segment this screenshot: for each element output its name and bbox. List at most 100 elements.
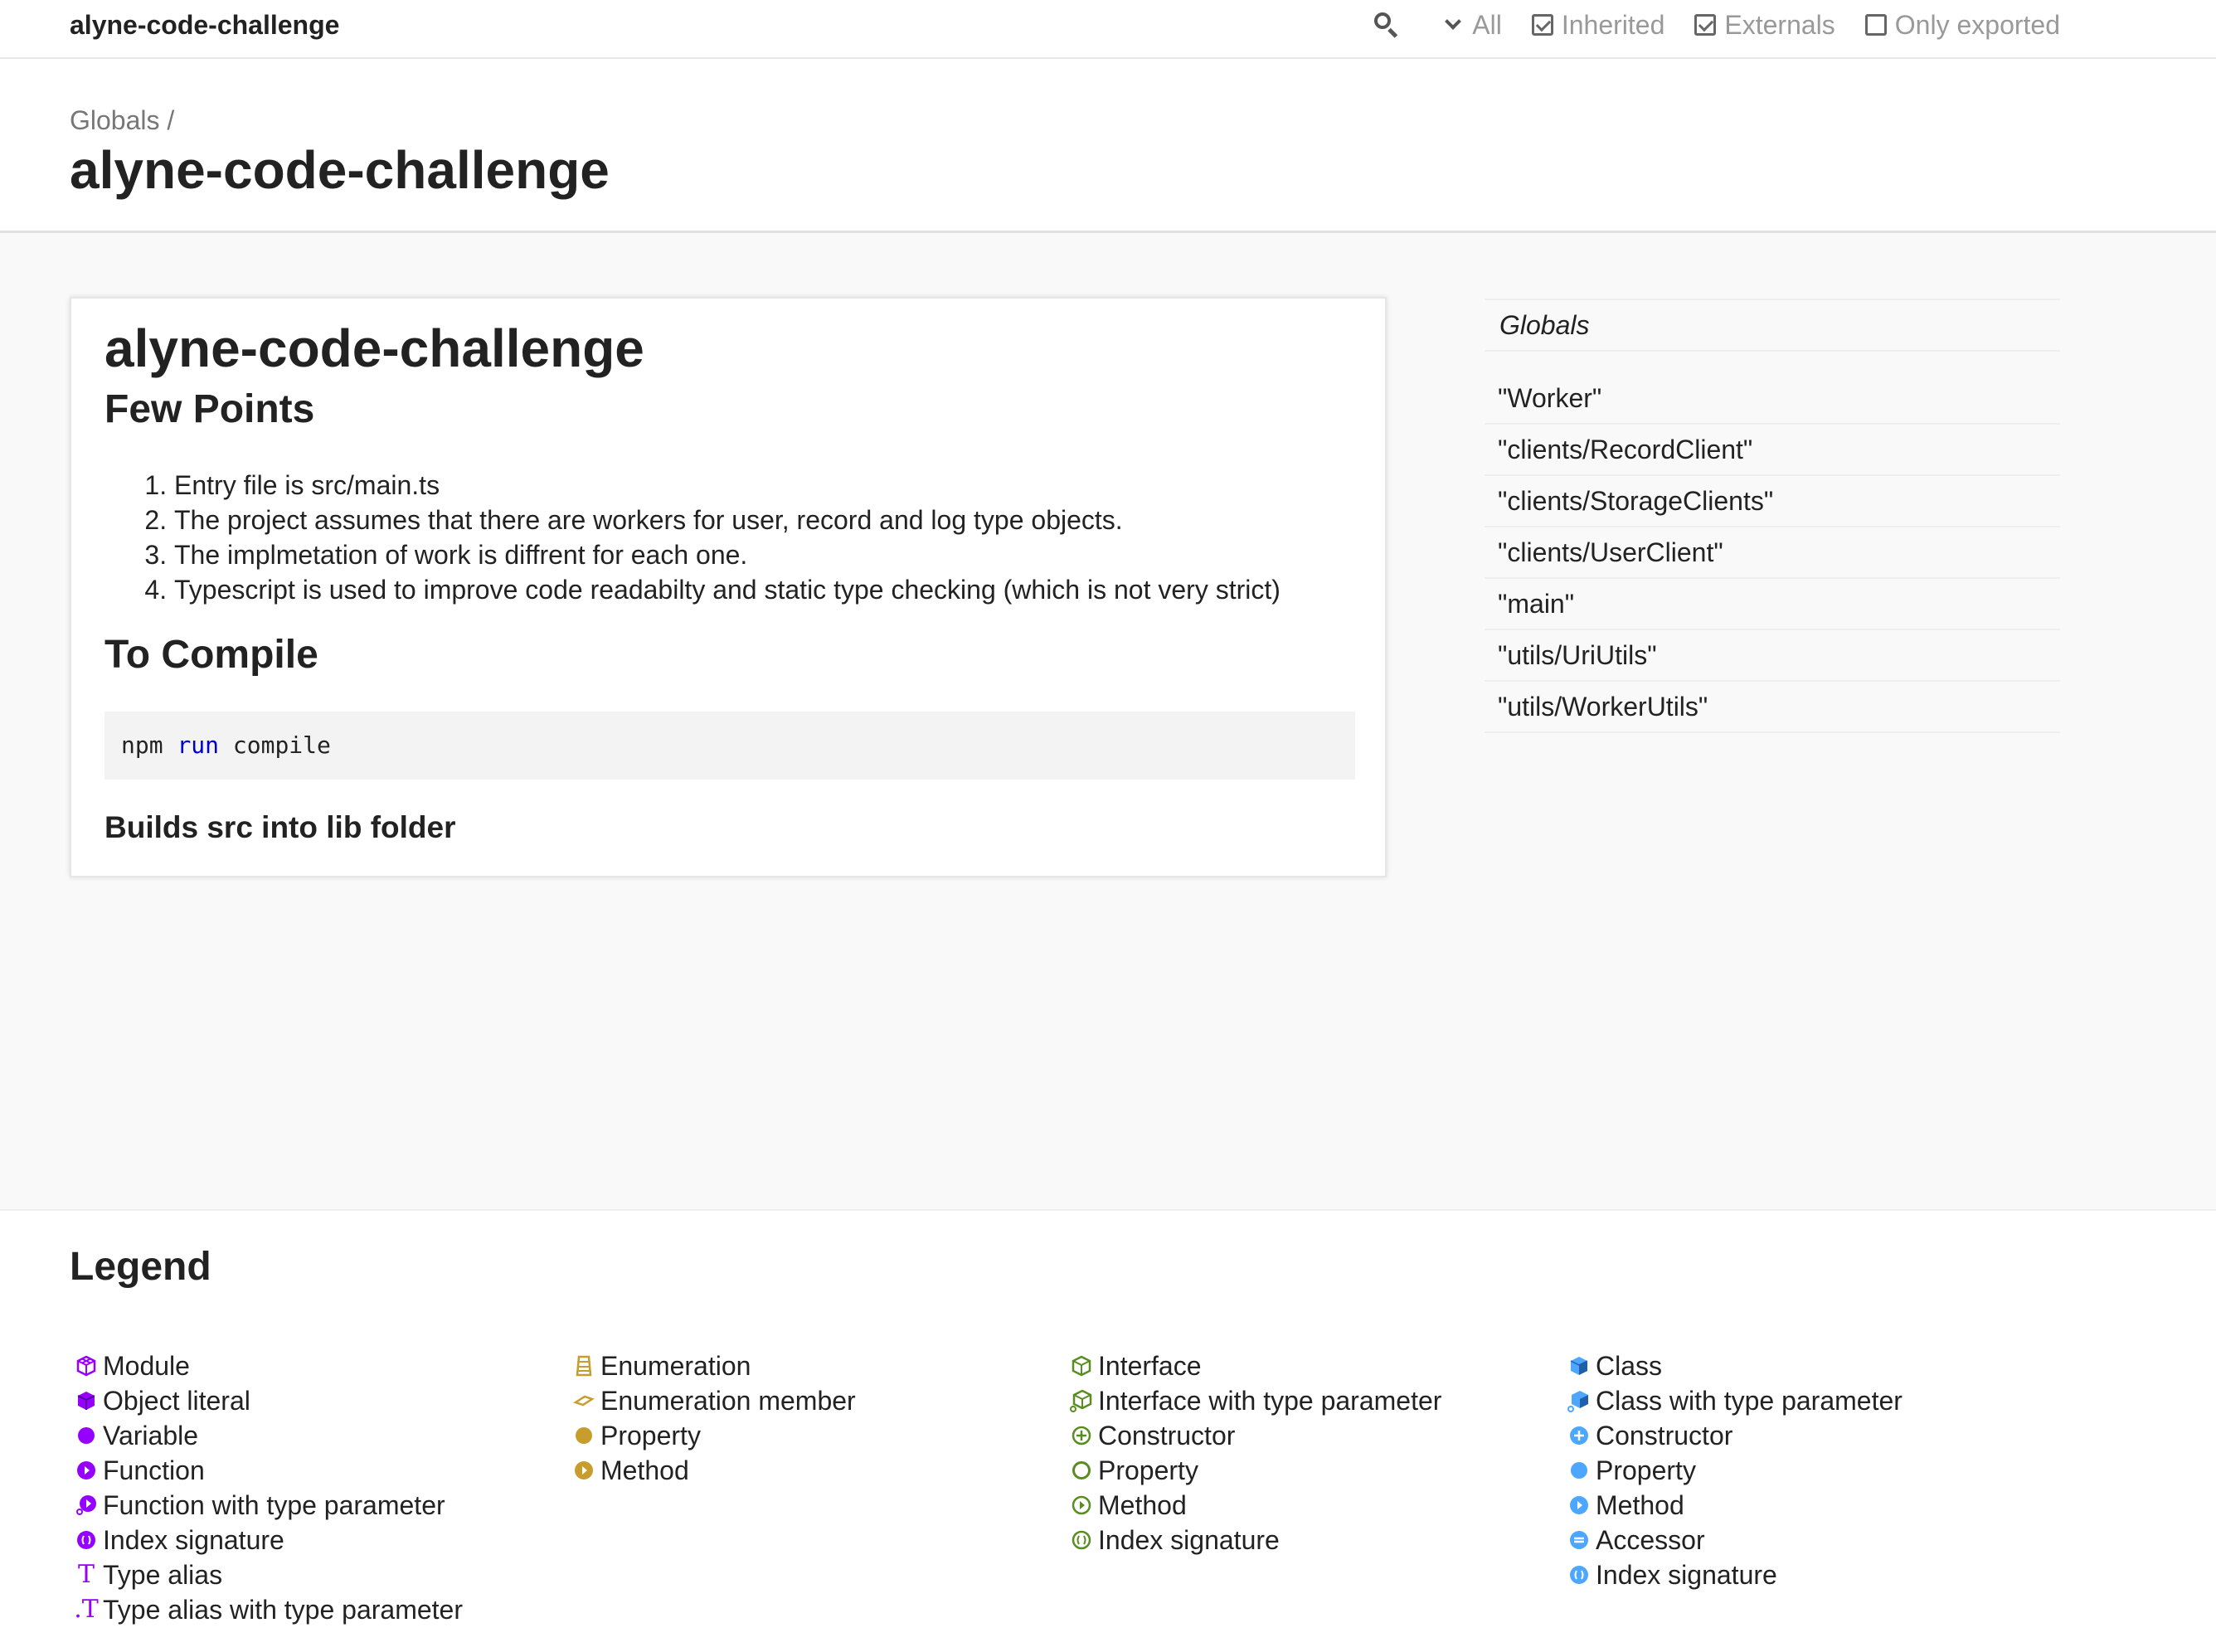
method-icon: [1562, 1488, 1596, 1523]
code-cmd: npm: [121, 731, 163, 759]
legend-label: Property: [1596, 1455, 1696, 1485]
property-icon: [1065, 1453, 1098, 1488]
legend-item: Interface: [1065, 1348, 1441, 1383]
sidebar-item-worker[interactable]: "Worker": [1485, 373, 2060, 425]
legend-item: Function with type parameter: [70, 1488, 463, 1523]
method-icon: [1065, 1488, 1098, 1523]
legend-item: Accessor: [1562, 1523, 1903, 1557]
legend-label: Index signature: [103, 1525, 284, 1555]
legend-item: Property: [1562, 1453, 1903, 1488]
object-literal-icon: [70, 1383, 103, 1418]
property-icon: [567, 1418, 600, 1453]
function-type-param-icon: [70, 1488, 103, 1523]
legend-label: Method: [1596, 1490, 1684, 1520]
enumeration-member-icon: [567, 1383, 600, 1418]
legend-item: Variable: [70, 1418, 463, 1453]
filter-inherited[interactable]: Inherited: [1531, 9, 1665, 41]
constructor-icon: [1562, 1418, 1596, 1453]
legend-item: Interface with type parameter: [1065, 1383, 1441, 1418]
function-icon: [70, 1453, 103, 1488]
index-signature-icon: [70, 1523, 103, 1557]
inherited-checkbox[interactable]: [1531, 14, 1553, 36]
legend-item: Object literal: [70, 1383, 463, 1418]
sidebar-module-list: "Worker" "clients/RecordClient" "clients…: [1485, 373, 2060, 733]
page-header: Globals / alyne-code-challenge: [0, 59, 2216, 233]
legend-label: Enumeration member: [600, 1386, 856, 1416]
page-title: alyne-code-challenge: [70, 140, 610, 200]
readme-title: alyne-code-challenge: [104, 318, 644, 378]
type-alias-type-param-icon: .T: [74, 1595, 99, 1624]
class-type-param-icon: [1562, 1383, 1596, 1418]
legend-item: Method: [1065, 1488, 1441, 1523]
legend-item: Property: [1065, 1453, 1441, 1488]
legend-item: Class with type parameter: [1562, 1383, 1903, 1418]
index-signature-icon: [1562, 1557, 1596, 1592]
toolbar: alyne-code-challenge All Inherited Exter…: [0, 0, 2216, 59]
only-exported-label: Only exported: [1894, 9, 2060, 40]
interface-type-param-icon: [1065, 1383, 1098, 1418]
legend-label: Constructor: [1596, 1421, 1733, 1450]
legend-column-4: Class Class with type parameter Construc…: [1562, 1348, 1903, 1592]
list-item: Entry file is src/main.ts: [174, 468, 1368, 503]
accessor-icon: [1562, 1523, 1596, 1557]
legend-item: Constructor: [1562, 1418, 1903, 1453]
inherited-label: Inherited: [1561, 9, 1665, 40]
filter-only-exported[interactable]: Only exported: [1864, 9, 2060, 41]
legend-item: Class: [1562, 1348, 1903, 1383]
legend-title: Legend: [70, 1245, 211, 1289]
legend-label: Type alias with type parameter: [103, 1595, 463, 1625]
legend-label: Class with type parameter: [1596, 1386, 1903, 1416]
externals-checkbox[interactable]: [1694, 14, 1717, 36]
filter-externals[interactable]: Externals: [1694, 10, 1835, 41]
legend-label: Object literal: [103, 1386, 250, 1416]
legend-label: Module: [103, 1351, 190, 1381]
search-icon[interactable]: [1373, 11, 1401, 39]
legend-item: Enumeration: [567, 1348, 856, 1383]
legend-label: Function with type parameter: [103, 1490, 445, 1520]
visibility-dropdown[interactable]: All: [1445, 9, 1502, 41]
property-icon: [1562, 1453, 1596, 1488]
legend-label: Constructor: [1098, 1421, 1236, 1450]
legend-item: .T Type alias with type parameter: [70, 1592, 463, 1627]
module-icon: [70, 1348, 103, 1383]
legend-item: Module: [70, 1348, 463, 1383]
chevron-down-icon: [1445, 13, 1462, 30]
sidebar-item-record-client[interactable]: "clients/RecordClient": [1485, 425, 2060, 476]
breadcrumb-globals[interactable]: Globals /: [70, 105, 174, 136]
sidebar-item-user-client[interactable]: "clients/UserClient": [1485, 527, 2060, 579]
list-item: Typescript is used to improve code reada…: [174, 572, 1368, 607]
legend-item: Property: [567, 1418, 856, 1453]
sidebar-item-main[interactable]: "main": [1485, 579, 2060, 630]
project-title-link[interactable]: alyne-code-challenge: [70, 8, 339, 41]
legend-column-2: Enumeration Enumeration member Property …: [567, 1348, 856, 1488]
enumeration-icon: [567, 1348, 600, 1383]
legend-label: Method: [600, 1455, 689, 1485]
legend-item: T Type alias: [70, 1557, 463, 1592]
legend-label: Interface: [1098, 1351, 1202, 1381]
sidebar-item-storage-clients[interactable]: "clients/StorageClients": [1485, 476, 2060, 527]
toolbar-controls: All Inherited Externals Only exported: [1373, 7, 2060, 43]
class-icon: [1562, 1348, 1596, 1383]
legend-item: Index signature: [1065, 1523, 1441, 1557]
list-item: The project assumes that there are worke…: [174, 503, 1368, 537]
constructor-icon: [1065, 1418, 1098, 1453]
only-exported-checkbox[interactable]: [1864, 14, 1887, 36]
readme-card: alyne-code-challenge Few Points Entry fi…: [70, 297, 1387, 877]
index-signature-icon: [1065, 1523, 1098, 1557]
legend-label: Class: [1596, 1351, 1663, 1381]
legend-label: Index signature: [1098, 1525, 1280, 1555]
code-keyword: run: [177, 731, 220, 759]
code-block: npm run compile: [104, 712, 1355, 780]
legend-label: Type alias: [103, 1560, 223, 1590]
sidebar-item-worker-utils[interactable]: "utils/WorkerUtils": [1485, 682, 2060, 733]
externals-label: Externals: [1724, 9, 1835, 40]
legend-label: Enumeration: [600, 1351, 751, 1381]
legend-item: Function: [70, 1453, 463, 1488]
legend-label: Accessor: [1596, 1525, 1705, 1555]
sidebar-globals-link[interactable]: Globals: [1485, 299, 2060, 352]
sidebar-item-uri-utils[interactable]: "utils/UriUtils": [1485, 630, 2060, 682]
legend-label: Property: [1098, 1455, 1198, 1485]
visibility-dropdown-label: All: [1472, 9, 1502, 40]
method-icon: [567, 1453, 600, 1488]
legend-item: Method: [1562, 1488, 1903, 1523]
